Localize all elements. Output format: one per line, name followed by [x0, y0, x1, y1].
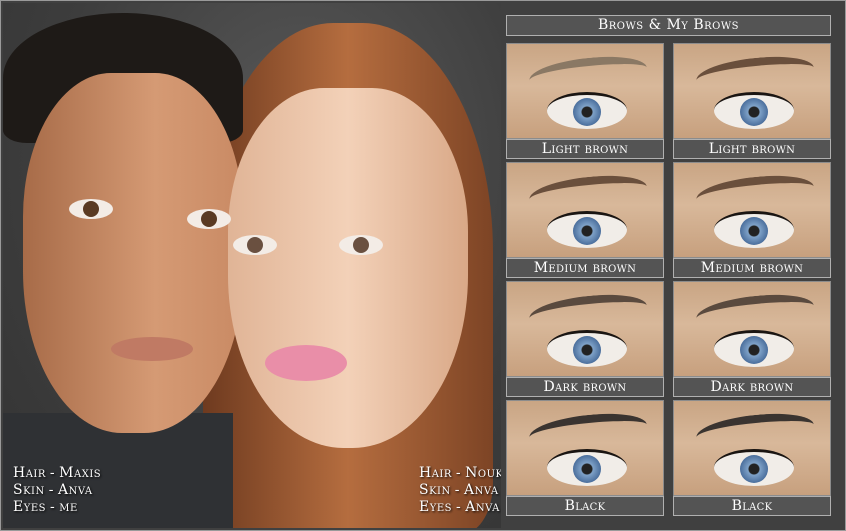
swatch-label: Black — [673, 496, 831, 516]
credit-value: Anva — [464, 482, 499, 498]
swatch-label: Dark brown — [506, 377, 664, 397]
eye — [714, 92, 794, 129]
credit-row: Skin - Anva — [419, 482, 499, 498]
credits-left: Hair - Maxis Skin - Anva Eyes - me — [13, 465, 101, 516]
credit-row: Skin - Anva — [13, 482, 93, 498]
credit-key: Skin — [419, 482, 451, 498]
credit-key: Skin — [13, 482, 45, 498]
credit-row: Hair - Nouk — [419, 465, 501, 482]
eyebrow — [694, 409, 816, 453]
credit-value: Anva — [58, 482, 93, 498]
eyebrow — [694, 52, 816, 96]
man-left-eye — [69, 199, 113, 219]
man-right-eye — [187, 209, 231, 229]
eyebrow — [527, 52, 649, 96]
swatch-label: Black — [506, 496, 664, 516]
eye — [547, 92, 627, 129]
credit-key: Eyes — [13, 499, 46, 515]
credit-value: Nouk — [465, 465, 501, 481]
eye — [547, 330, 627, 367]
swatch-image — [506, 43, 664, 139]
man-face — [23, 73, 243, 433]
swatch-label: Dark brown — [673, 377, 831, 397]
swatch-label: Light brown — [506, 139, 664, 159]
swatch-image — [506, 281, 664, 377]
eyebrow — [527, 409, 649, 453]
eye — [714, 211, 794, 248]
eye — [547, 211, 627, 248]
swatch-label: Light brown — [673, 139, 831, 159]
swatch-label: Medium brown — [506, 258, 664, 278]
swatch-image — [506, 162, 664, 258]
swatch-image — [673, 43, 831, 139]
eye — [547, 449, 627, 486]
credit-row: Eyes - me — [13, 499, 78, 515]
eye — [714, 449, 794, 486]
man-lips — [111, 337, 193, 361]
credit-value: me — [59, 499, 78, 515]
woman-left-eye — [233, 235, 277, 255]
credit-key: Hair — [13, 465, 46, 481]
credits-right: Hair - Nouk Skin - Anva Eyes - Anva — [419, 465, 501, 516]
eyebrow — [694, 171, 816, 215]
swatch-image — [673, 400, 831, 496]
swatch-image — [673, 281, 831, 377]
woman-lips — [265, 345, 347, 381]
credit-value: Maxis — [59, 465, 102, 481]
eyebrow — [694, 290, 816, 334]
swatch-image — [506, 400, 664, 496]
eyebrow — [527, 171, 649, 215]
eyebrow — [527, 290, 649, 334]
swatch-image — [673, 162, 831, 258]
credit-row: Hair - Maxis — [13, 465, 102, 481]
preview-frame: Hair - Maxis Skin - Anva Eyes - me Hair - Nouk S… — [0, 0, 846, 531]
eye — [714, 330, 794, 367]
credit-key: Eyes — [419, 499, 452, 515]
woman-right-eye — [339, 235, 383, 255]
woman-face — [228, 88, 468, 448]
swatch-title: Brows & My Brows — [506, 15, 831, 36]
portrait-image: Hair - Maxis Skin - Anva Eyes - me Hair - Nouk S… — [3, 3, 501, 528]
credit-value: Anva — [465, 499, 500, 515]
credit-row: Eyes - Anva — [419, 499, 500, 515]
swatch-label: Medium brown — [673, 258, 831, 278]
credit-key: Hair — [419, 465, 452, 481]
